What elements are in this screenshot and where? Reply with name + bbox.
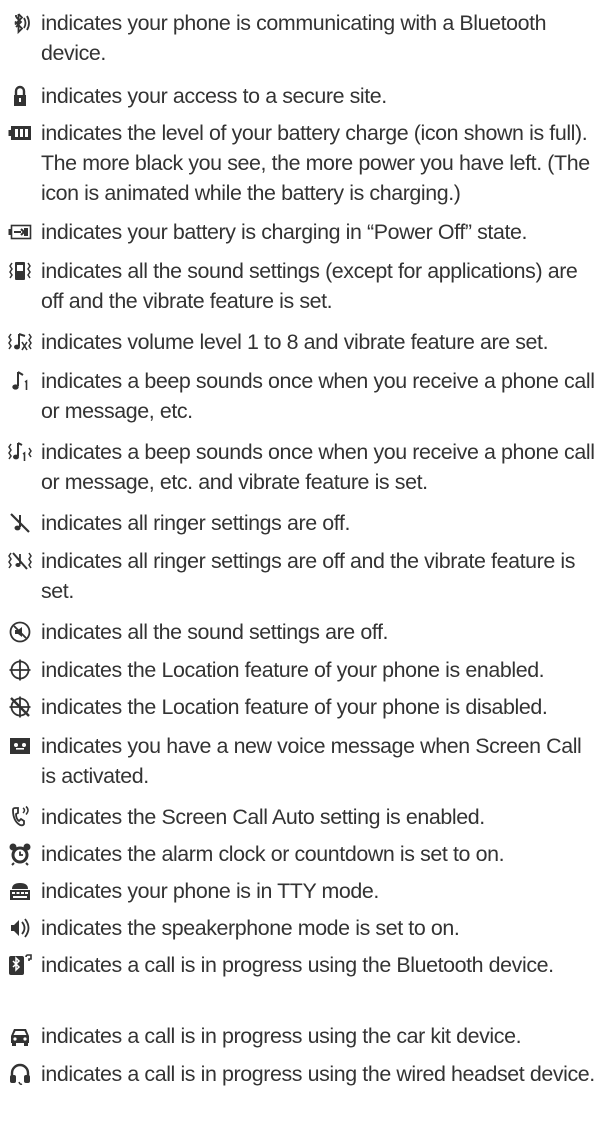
volume-vibrate-icon [6, 330, 34, 354]
battery-full-icon [6, 121, 34, 145]
item-text: indicates your battery is charging in “P… [41, 220, 528, 244]
item-text: indicates all the sound settings (except… [41, 259, 578, 313]
item-text: indicates a call is in progress using th… [41, 953, 554, 977]
item-text: indicates the Location feature of your p… [41, 695, 548, 719]
vibrate-all-sounds-off-icon [6, 259, 34, 283]
beep-once-icon [6, 369, 34, 393]
item-text: indicates all ringer settings are off an… [41, 549, 576, 603]
item-text: indicates a beep sounds once when you re… [41, 369, 595, 423]
bluetooth-call-icon [6, 953, 34, 977]
item-text: indicates your phone is in TTY mode. [41, 879, 379, 903]
item-text: indicates the speakerphone mode is set t… [41, 916, 460, 940]
beep-once-vibrate-icon [6, 440, 34, 464]
ringer-off-vibrate-icon [6, 549, 34, 573]
all-sounds-off-icon [6, 620, 34, 644]
ringer-off-icon [6, 511, 34, 535]
voice-message-screen-call-icon [6, 734, 34, 758]
item-text: indicates you have a new voice message w… [41, 734, 582, 788]
item-text: indicates a call is in progress using th… [41, 1062, 595, 1086]
item-text: indicates a call is in progress using th… [41, 1024, 522, 1048]
item-text: indicates all ringer settings are off. [41, 511, 351, 535]
alarm-clock-icon [6, 842, 34, 866]
item-text: indicates the alarm clock or countdown i… [41, 842, 505, 866]
item-text: indicates volume level 1 to 8 and vibrat… [41, 330, 549, 354]
item-text: indicates your phone is communicating wi… [41, 11, 547, 65]
location-off-icon [6, 695, 34, 719]
tty-mode-icon [6, 879, 34, 903]
screen-call-auto-icon [6, 805, 34, 829]
speakerphone-icon [6, 916, 34, 940]
location-on-icon [6, 658, 34, 682]
item-text: indicates the level of your battery char… [41, 121, 590, 205]
secure-lock-icon [6, 84, 34, 108]
bluetooth-communicating-icon [6, 11, 34, 35]
item-text: indicates your access to a secure site. [41, 84, 387, 108]
item-text: indicates all the sound settings are off… [41, 620, 389, 644]
item-text: indicates the Screen Call Auto setting i… [41, 805, 485, 829]
item-text: indicates the Location feature of your p… [41, 658, 545, 682]
item-text: indicates a beep sounds once when you re… [41, 440, 595, 494]
battery-charging-power-off-icon [6, 220, 34, 244]
car-kit-icon [6, 1024, 34, 1048]
wired-headset-icon [6, 1062, 34, 1086]
